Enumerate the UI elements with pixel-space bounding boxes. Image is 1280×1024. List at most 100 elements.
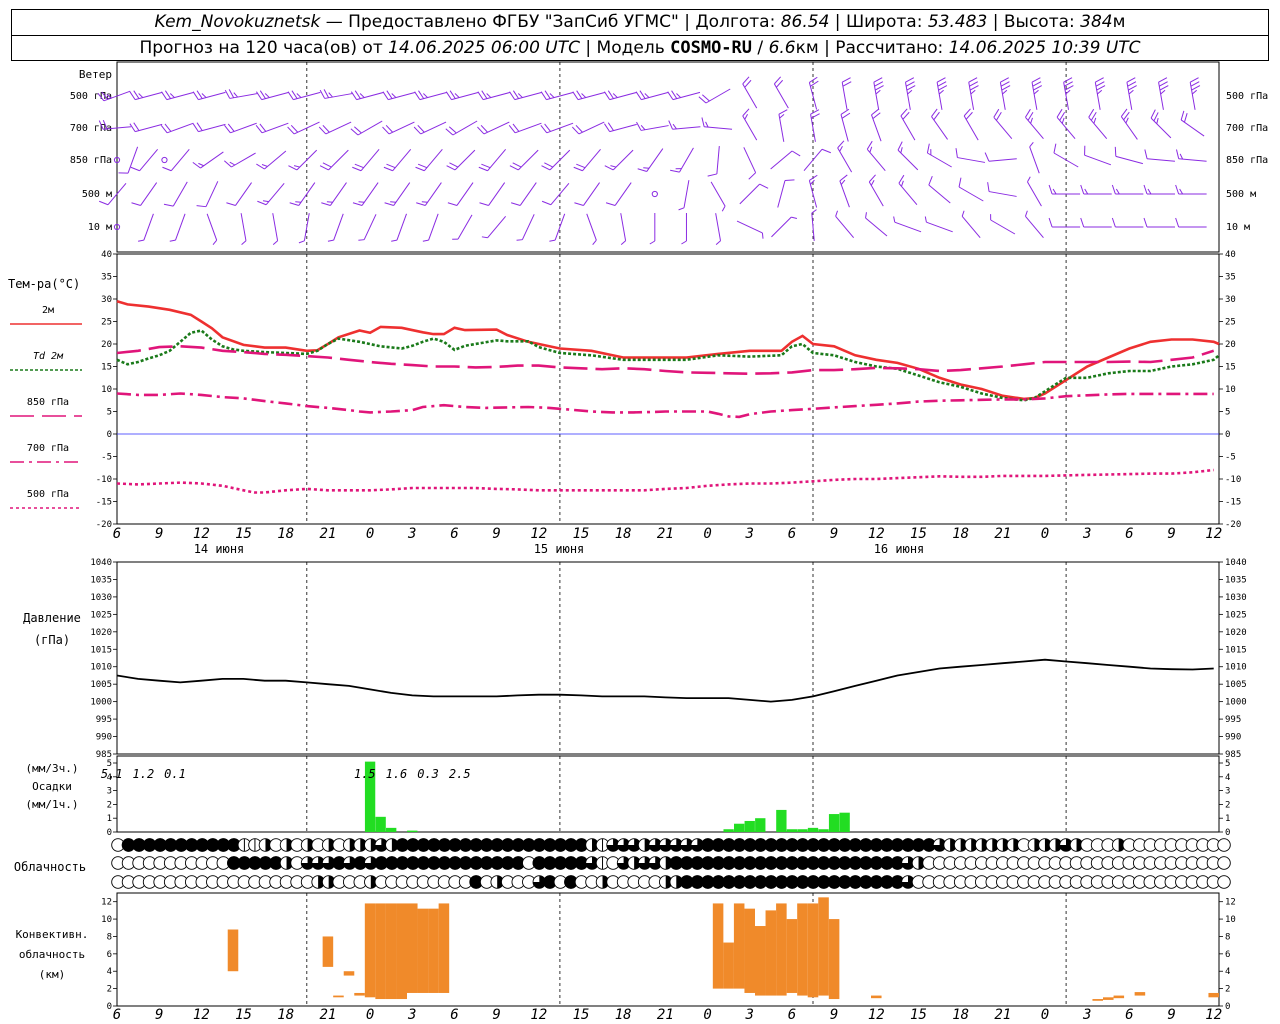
wind-barb-feather	[1111, 217, 1116, 228]
temp-y-tick-label: -15	[1225, 498, 1241, 508]
wind-barb-feather	[1125, 117, 1129, 124]
precip-bar	[386, 827, 397, 832]
wind-barb-feather	[224, 125, 231, 134]
meteogram: Ветер 500 гПа 500 гПа 700 гПа 700 гПа 850 гПа…	[8, 61, 1268, 1023]
wind-barb	[928, 184, 951, 204]
temp-hour-label: 12	[193, 526, 210, 542]
wind-barb	[640, 125, 669, 131]
conv-y-tick-label: 8	[1225, 932, 1230, 942]
wind-barb-feather	[417, 163, 428, 169]
wind-barb	[993, 116, 1013, 140]
conv-cloud-bar	[786, 919, 798, 993]
wind-barb-feather	[874, 81, 884, 87]
wind-barb-feather	[1159, 81, 1168, 87]
wind-barb-feather	[196, 90, 203, 99]
wind-barb-feather	[1025, 108, 1031, 118]
temp-hour-label: 6	[450, 526, 458, 542]
wind-barb-feather	[1115, 188, 1120, 195]
wind-barb	[172, 181, 188, 207]
conv-y-tick-label: 6	[107, 950, 112, 960]
conv-y-tick-label: 10	[101, 915, 112, 925]
conv-hour-label: 3	[1082, 1007, 1091, 1023]
conv-hour-label: 21	[657, 1007, 674, 1023]
temp-y-tick-label: -5	[101, 453, 112, 463]
wind-barb-feather	[549, 93, 555, 98]
conv-y-tick-label: 6	[1225, 950, 1230, 960]
wind-barb-feather	[212, 239, 218, 245]
wind-barb	[518, 149, 539, 171]
temp-hour-label: 3	[745, 526, 754, 542]
precip-y-tick-label: 1	[1225, 814, 1230, 824]
wind-barb	[261, 122, 289, 134]
temp-y-tick-label: 25	[1225, 318, 1236, 328]
temp-y-tick-label: 15	[101, 363, 112, 373]
wind-barb	[360, 148, 380, 172]
wind-barb-feather	[761, 232, 764, 239]
wind-barb	[777, 180, 786, 208]
temp-hour-label: 9	[1167, 526, 1175, 542]
wind-barb	[683, 180, 690, 208]
precip-frame	[116, 755, 1220, 833]
wind-barb	[452, 120, 478, 136]
wind-barb-feather	[840, 108, 850, 115]
wind-barb-feather	[322, 162, 332, 168]
wind-barb-feather	[512, 162, 522, 168]
wind-barb	[456, 182, 474, 206]
wind-barb-feather	[161, 91, 168, 100]
wind-barb-feather	[241, 240, 247, 245]
wind-barb-feather	[811, 209, 817, 214]
conv-hour-label: 12	[530, 1007, 547, 1023]
conv-hour-label: 15	[573, 1007, 590, 1023]
pressure-y-tick-label: 1035	[1225, 575, 1247, 585]
wind-barb-feather	[905, 77, 915, 83]
conv-hour-label: 6	[1125, 1007, 1133, 1023]
temp-y-tick-label: 35	[101, 273, 112, 283]
wind-barb-feather	[1095, 81, 1105, 87]
wind-barb-feather	[936, 77, 946, 83]
conv-cloud-bar	[755, 926, 766, 996]
wind-barb	[582, 148, 601, 172]
wind-barb-feather	[1190, 81, 1200, 87]
wind-barb	[324, 93, 353, 99]
precip-title-2: Осадки	[32, 780, 72, 793]
wind-barb-feather	[604, 91, 611, 100]
wind-calm-mark	[161, 156, 168, 164]
wind-barb-feather	[422, 239, 429, 242]
conv-cloud-bar	[227, 929, 239, 972]
wind-barb	[835, 215, 855, 239]
wind-barb-feather	[1160, 89, 1166, 95]
wind-barb-feather	[289, 202, 299, 206]
wind-barb	[672, 126, 701, 130]
temp-y-tick-label: 25	[101, 318, 112, 328]
precip-title-1: (мм/3ч.)	[26, 762, 79, 775]
conv-hour-label: 12	[193, 1007, 210, 1023]
precip-bar	[734, 823, 745, 832]
wind-barb-feather	[869, 146, 873, 153]
wind-barb-feather	[644, 93, 650, 98]
pressure-y-tick-label: 1015	[1225, 645, 1247, 655]
wind-barb	[739, 183, 760, 205]
wind-barb-feather	[293, 165, 300, 168]
conv-cloud-bar	[1103, 997, 1114, 1000]
wind-barb-feather	[906, 85, 916, 91]
wind-barb-feather	[1093, 117, 1097, 124]
wind-barb-feather	[928, 175, 933, 186]
wind-barb-feather	[573, 166, 583, 172]
wind-barb	[205, 181, 219, 207]
pressure-y-tick-label: 1000	[90, 698, 112, 708]
wind-barb	[583, 182, 600, 206]
temp-y-tick-label: 15	[1225, 363, 1236, 373]
precip-y-tick-label: 0	[1225, 828, 1230, 838]
wind-barb-feather	[1097, 89, 1103, 95]
temp-y-tick-label: -10	[1225, 475, 1241, 485]
wind-barb	[988, 191, 1017, 197]
wind-barb	[988, 158, 1017, 162]
wind-barb-feather	[984, 152, 990, 162]
wind-barb-feather	[1127, 81, 1137, 87]
conv-cloud-bar	[828, 919, 840, 1000]
conv-hour-label: 0	[366, 1007, 374, 1023]
conv-cloud-bar	[417, 908, 429, 993]
wind-barb	[898, 182, 918, 206]
wind-barb	[231, 152, 256, 168]
temp-hour-label: 3	[407, 526, 416, 542]
